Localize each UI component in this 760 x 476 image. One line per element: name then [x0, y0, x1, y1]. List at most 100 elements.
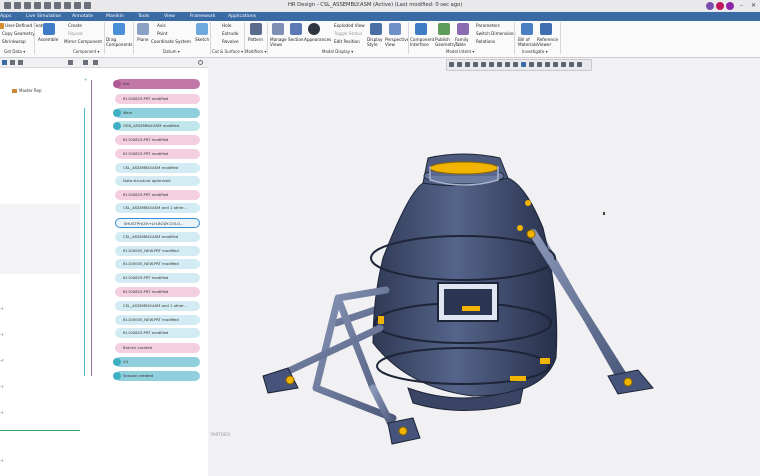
quick-access-icon[interactable] [24, 2, 31, 9]
timeline-item[interactable]: CSL_ASSEMBLY.ASM modified [115, 163, 200, 173]
timeline-item[interactable]: 61100825.PRT modified [115, 287, 200, 297]
repeat-button[interactable]: Repeat [68, 31, 83, 36]
timeline-item[interactable]: CSL_ASSEMBLY.ASM and 1 other... [115, 203, 200, 213]
quick-access-icon[interactable] [4, 2, 11, 9]
avatar[interactable] [716, 2, 724, 10]
tree-divider [0, 430, 80, 431]
timeline-item[interactable]: 61100823.PRT modified [115, 149, 200, 159]
perspective-view-button[interactable]: Perspective View [385, 37, 409, 47]
timeline-node-icon [113, 122, 121, 130]
timeline-node-icon [113, 372, 121, 380]
quick-access-icon[interactable] [34, 2, 41, 9]
axis-button[interactable]: Axis [157, 23, 166, 28]
tree-settings-icon[interactable] [18, 60, 23, 65]
timeline-item[interactable]: V4 [115, 357, 200, 367]
manage-views-button[interactable]: Manage Views [270, 37, 288, 47]
extrude-button[interactable]: Extrude [222, 31, 238, 36]
hole-button[interactable]: Hole [222, 23, 231, 28]
coordinate-system-button[interactable]: Coordinate System [151, 39, 191, 44]
plane-button[interactable]: Plane [137, 37, 149, 42]
tab-applications[interactable]: Applications [228, 13, 256, 20]
point-button[interactable]: Point [157, 31, 167, 36]
create-button[interactable]: Create [68, 23, 82, 28]
minimize-icon[interactable]: – [740, 2, 743, 9]
timeline-item[interactable]: CSL_ASSEMBLY.ASM and 1 other... [115, 301, 200, 311]
bill-of-materials-button[interactable]: Bill of Materials [518, 37, 537, 47]
timeline-item[interactable]: 61100825.PRT modified [115, 273, 200, 283]
timeline-item[interactable]: 61100825.PRT modified [115, 94, 200, 104]
timeline-item[interactable]: 61100823.PRT modified [115, 135, 200, 145]
timeline-item[interactable]: 61100005_NEW.PRT modified [115, 259, 200, 269]
filter-icon[interactable] [83, 60, 88, 65]
quick-access-icon[interactable] [84, 2, 91, 9]
quick-access-icon[interactable] [64, 2, 71, 9]
timeline-item[interactable]: 61100005_NEW.PRT modified [115, 246, 200, 256]
tree-columns-icon[interactable] [68, 60, 73, 65]
branch-arrow-icon[interactable]: + [84, 77, 87, 82]
reference-viewer-button[interactable]: Reference Viewer [537, 37, 558, 47]
assemble-button[interactable]: Assemble [38, 37, 58, 42]
timeline-item[interactable]: Branch created [115, 343, 200, 353]
timeline-item[interactable]: 61100005_NEW.PRT modified [115, 315, 200, 325]
timeline-node-icon [113, 80, 121, 88]
tab-manikin[interactable]: Manikin [106, 13, 124, 20]
quick-access-icon[interactable] [54, 2, 61, 9]
avatar[interactable] [706, 2, 714, 10]
timeline-item[interactable]: CSL_ASSEMBLY.ASM modified [115, 232, 200, 242]
perspective-view-icon [389, 23, 401, 35]
pattern-button[interactable]: Pattern [248, 37, 263, 42]
tab-framework[interactable]: Framework [190, 13, 215, 20]
display-style-button[interactable]: Display Style [367, 37, 385, 47]
quick-access-icon[interactable] [14, 2, 21, 9]
assemble-icon [43, 23, 55, 35]
feature-icon[interactable] [0, 23, 4, 29]
switch-dimensions-button[interactable]: Switch Dimensions [476, 31, 516, 36]
quick-access-icon[interactable] [44, 2, 51, 9]
avatar[interactable] [726, 2, 734, 10]
timeline-item[interactable]: tire [115, 79, 200, 89]
revolve-button[interactable]: Revolve [222, 39, 239, 44]
timeline-item[interactable]: Session created [115, 371, 200, 381]
bolt-accent [510, 376, 526, 381]
timeline-item[interactable]: 61100825.PRT modified [115, 190, 200, 200]
timeline-node-icon [113, 358, 121, 366]
mirror-component-button[interactable]: Mirror Component [64, 39, 102, 44]
shrinkwrap-button[interactable]: Shrinkwrap [2, 39, 26, 44]
tab-annotate[interactable]: Annotate [72, 13, 93, 20]
copy-geometry-button[interactable]: Copy Geometry [2, 31, 35, 36]
tab-live-simulation[interactable]: Live Simulation [26, 13, 61, 20]
group-component: Component ▾ [73, 49, 100, 54]
tab-apps[interactable]: Apps [0, 13, 11, 20]
timeline-item[interactable]: Main [115, 108, 200, 118]
section-button[interactable]: Section [288, 37, 304, 42]
drag-components-button[interactable]: Drag Components [106, 37, 133, 47]
access-window-frame [444, 289, 492, 315]
timeline-icon[interactable] [93, 60, 98, 65]
tab-tools[interactable]: Tools [138, 13, 149, 20]
timeline-item[interactable]: GEN_ASSEMBLY.ASM modified [115, 121, 200, 131]
component-interface-button[interactable]: Component Interface [410, 37, 434, 47]
timeline-item[interactable]: Data structure optimized [115, 176, 200, 186]
tree-item-master-rep[interactable]: Master Rep [19, 88, 42, 93]
tab-view[interactable]: View [164, 13, 175, 20]
3d-model[interactable] [208, 58, 760, 476]
top-opening [429, 161, 499, 175]
toggle-status-button[interactable]: Toggle Status [334, 31, 362, 36]
timeline-item[interactable]: 61100825.PRT modified [115, 328, 200, 338]
exploded-view-button[interactable]: Exploded View [334, 23, 365, 28]
tree-view-icon[interactable] [2, 60, 7, 65]
appearances-button[interactable]: Appearances [304, 37, 331, 42]
family-table-button[interactable]: Family Table [455, 37, 471, 47]
timeline-item[interactable]: SHUSTPH/ZH+LH-BODY-COLO... [115, 218, 200, 228]
search-icon[interactable] [198, 60, 203, 65]
quick-access-icon[interactable] [74, 2, 81, 9]
relations-button[interactable]: Relations [476, 39, 495, 44]
publish-geometry-icon [438, 23, 450, 35]
parameters-button[interactable]: Parameters [476, 23, 500, 28]
edit-position-button[interactable]: Edit Position [334, 39, 360, 44]
tree-empty-area [0, 204, 80, 274]
sketch-button[interactable]: Sketch [195, 37, 209, 42]
publish-geometry-button[interactable]: Publish Geometry [435, 37, 456, 47]
close-icon[interactable]: ✕ [751, 2, 756, 9]
tree-filter-icon[interactable] [10, 60, 15, 65]
